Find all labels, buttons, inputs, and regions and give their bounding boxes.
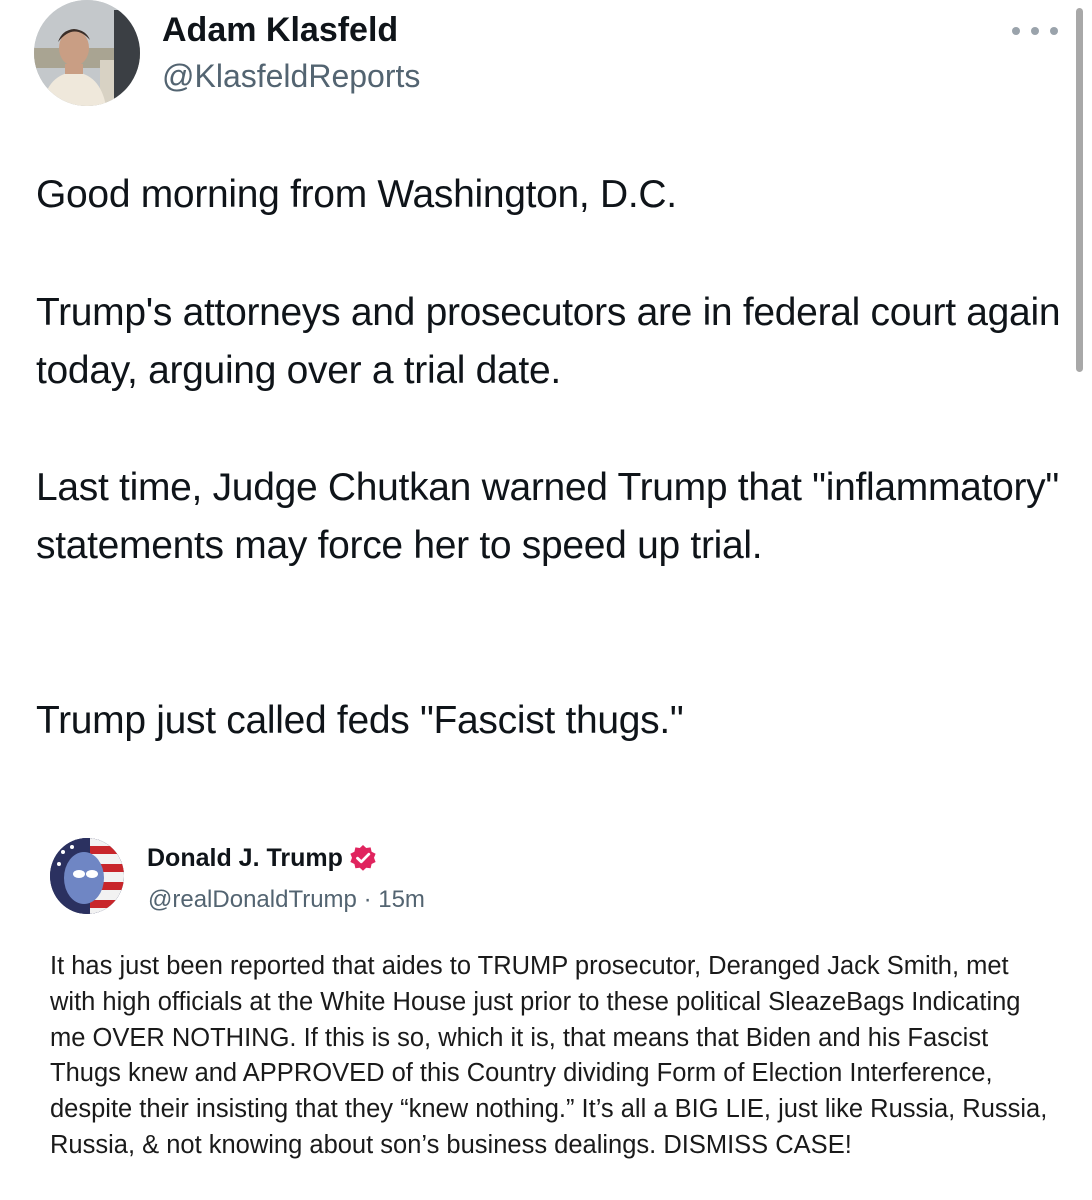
author-photo xyxy=(34,0,140,106)
post-timestamp[interactable]: 15m xyxy=(378,886,425,913)
verified-badge-icon xyxy=(350,845,376,871)
author-avatar[interactable] xyxy=(34,0,140,106)
more-dot xyxy=(1012,27,1020,35)
scrollbar[interactable] xyxy=(1076,8,1083,372)
author-name[interactable]: Adam Klasfeld xyxy=(162,10,398,50)
tweet-paragraph: Good morning from Washington, D.C. xyxy=(36,173,677,216)
meta-separator: · xyxy=(363,886,372,913)
more-dot xyxy=(1031,27,1039,35)
embedded-author-avatar[interactable] xyxy=(50,838,124,914)
embedded-author-photo xyxy=(50,838,124,914)
more-horizontal-icon[interactable] xyxy=(1012,20,1058,42)
embedded-author-meta: @realDonaldTrump · 15m xyxy=(148,884,425,916)
embedded-post-text: It has just been reported that aides to … xyxy=(50,952,1048,1159)
tweet-paragraph: Trump's attorneys and prosecutors are in… xyxy=(36,291,1061,392)
embedded-author-name[interactable]: Donald J. Trump xyxy=(147,842,343,874)
tweet-paragraph: Last time, Judge Chutkan warned Trump th… xyxy=(36,466,1059,567)
more-dot xyxy=(1050,27,1058,35)
tweet-paragraph: Trump just called feds "Fascist thugs." xyxy=(36,699,684,742)
embedded-author-name-row[interactable]: Donald J. Trump xyxy=(147,842,377,874)
author-handle[interactable]: @KlasfeldReports xyxy=(162,56,420,96)
embedded-author-handle[interactable]: @realDonaldTrump xyxy=(148,886,357,913)
